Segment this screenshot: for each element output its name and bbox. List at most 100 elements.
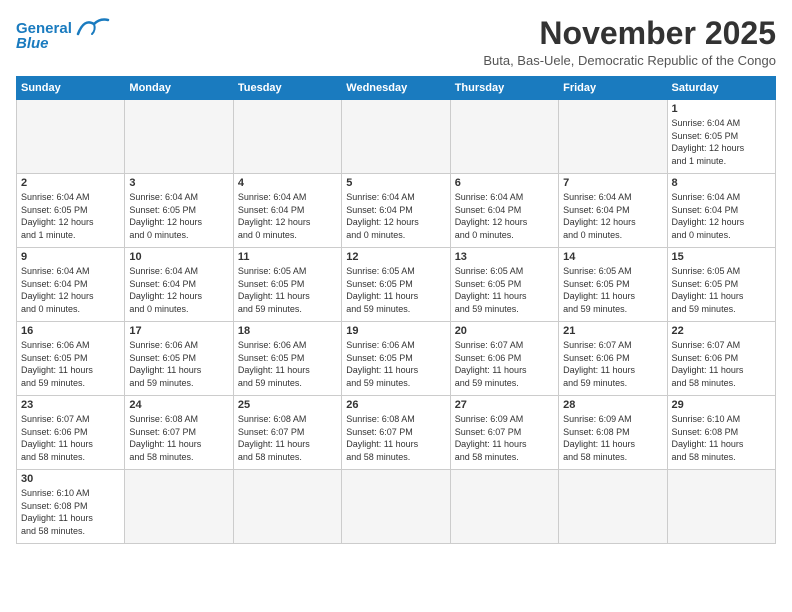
calendar-table: SundayMondayTuesdayWednesdayThursdayFrid… bbox=[16, 76, 776, 544]
day-cell: 22 Sunrise: 6:07 AM Sunset: 6:06 PM Dayli… bbox=[667, 322, 775, 396]
day-number: 13 bbox=[455, 251, 554, 263]
day-number: 3 bbox=[129, 177, 228, 189]
day-cell: 26Sunrise: 6:08 AM Sunset: 6:07 PM Dayli… bbox=[342, 396, 450, 470]
day-info: Sunrise: 6:08 AM Sunset: 6:07 PM Dayligh… bbox=[129, 413, 228, 463]
day-number: 21 bbox=[563, 325, 662, 337]
day-info: Sunrise: 6:07 AM Sunset: 6:06 PM Dayligh… bbox=[455, 339, 554, 389]
day-cell: 6 Sunrise: 6:04 AM Sunset: 6:04 PM Daylig… bbox=[450, 174, 558, 248]
day-info: Sunrise: 6:04 AM Sunset: 6:05 PM Dayligh… bbox=[21, 191, 120, 241]
weekday-wednesday: Wednesday bbox=[342, 77, 450, 100]
logo-bird-icon bbox=[74, 16, 110, 38]
day-cell: 5Sunrise: 6:04 AM Sunset: 6:04 PM Daylig… bbox=[342, 174, 450, 248]
day-info: Sunrise: 6:09 AM Sunset: 6:08 PM Dayligh… bbox=[563, 413, 662, 463]
day-cell: 7 Sunrise: 6:04 AM Sunset: 6:04 PM Daylig… bbox=[559, 174, 667, 248]
day-cell bbox=[125, 100, 233, 174]
day-number: 17 bbox=[129, 325, 228, 337]
day-info: Sunrise: 6:06 AM Sunset: 6:05 PM Dayligh… bbox=[346, 339, 445, 389]
day-info: Sunrise: 6:06 AM Sunset: 6:05 PM Dayligh… bbox=[21, 339, 120, 389]
day-cell bbox=[17, 100, 125, 174]
logo-blue: Blue bbox=[16, 36, 49, 53]
day-cell: 24 Sunrise: 6:08 AM Sunset: 6:07 PM Dayli… bbox=[125, 396, 233, 470]
week-row-1: 1 Sunrise: 6:04 AM Sunset: 6:05 PM Daylig… bbox=[17, 100, 776, 174]
day-number: 20 bbox=[455, 325, 554, 337]
day-cell: 4 Sunrise: 6:04 AM Sunset: 6:04 PM Daylig… bbox=[233, 174, 341, 248]
day-number: 11 bbox=[238, 251, 337, 263]
weekday-saturday: Saturday bbox=[667, 77, 775, 100]
title-block: November 2025 Buta, Bas-Uele, Democratic… bbox=[483, 16, 776, 68]
day-number: 5 bbox=[346, 177, 445, 189]
day-info: Sunrise: 6:04 AM Sunset: 6:05 PM Dayligh… bbox=[672, 117, 771, 167]
day-cell: 8Sunrise: 6:04 AM Sunset: 6:04 PM Daylig… bbox=[667, 174, 775, 248]
day-number: 12 bbox=[346, 251, 445, 263]
day-number: 4 bbox=[238, 177, 337, 189]
day-info: Sunrise: 6:04 AM Sunset: 6:04 PM Dayligh… bbox=[455, 191, 554, 241]
day-info: Sunrise: 6:04 AM Sunset: 6:04 PM Dayligh… bbox=[129, 265, 228, 315]
header: General Blue November 2025 Buta, Bas-Uel… bbox=[16, 16, 776, 68]
day-info: Sunrise: 6:07 AM Sunset: 6:06 PM Dayligh… bbox=[672, 339, 771, 389]
day-number: 15 bbox=[672, 251, 771, 263]
week-row-5: 23 Sunrise: 6:07 AM Sunset: 6:06 PM Dayli… bbox=[17, 396, 776, 470]
day-number: 19 bbox=[346, 325, 445, 337]
day-info: Sunrise: 6:07 AM Sunset: 6:06 PM Dayligh… bbox=[563, 339, 662, 389]
day-info: Sunrise: 6:04 AM Sunset: 6:05 PM Dayligh… bbox=[129, 191, 228, 241]
day-cell: 27Sunrise: 6:09 AM Sunset: 6:07 PM Dayli… bbox=[450, 396, 558, 470]
page: General Blue November 2025 Buta, Bas-Uel… bbox=[0, 0, 792, 554]
weekday-friday: Friday bbox=[559, 77, 667, 100]
weekday-thursday: Thursday bbox=[450, 77, 558, 100]
day-cell bbox=[667, 470, 775, 544]
day-cell: 17 Sunrise: 6:06 AM Sunset: 6:05 PM Dayli… bbox=[125, 322, 233, 396]
day-info: Sunrise: 6:08 AM Sunset: 6:07 PM Dayligh… bbox=[346, 413, 445, 463]
day-number: 2 bbox=[21, 177, 120, 189]
day-cell: 20 Sunrise: 6:07 AM Sunset: 6:06 PM Dayli… bbox=[450, 322, 558, 396]
day-number: 9 bbox=[21, 251, 120, 263]
day-info: Sunrise: 6:09 AM Sunset: 6:07 PM Dayligh… bbox=[455, 413, 554, 463]
day-info: Sunrise: 6:10 AM Sunset: 6:08 PM Dayligh… bbox=[672, 413, 771, 463]
day-cell bbox=[233, 100, 341, 174]
weekday-header-row: SundayMondayTuesdayWednesdayThursdayFrid… bbox=[17, 77, 776, 100]
day-number: 24 bbox=[129, 399, 228, 411]
month-title: November 2025 bbox=[483, 16, 776, 51]
day-cell bbox=[559, 100, 667, 174]
day-info: Sunrise: 6:04 AM Sunset: 6:04 PM Dayligh… bbox=[238, 191, 337, 241]
day-info: Sunrise: 6:05 AM Sunset: 6:05 PM Dayligh… bbox=[455, 265, 554, 315]
day-number: 7 bbox=[563, 177, 662, 189]
day-number: 16 bbox=[21, 325, 120, 337]
day-cell: 29Sunrise: 6:10 AM Sunset: 6:08 PM Dayli… bbox=[667, 396, 775, 470]
week-row-3: 9 Sunrise: 6:04 AM Sunset: 6:04 PM Daylig… bbox=[17, 248, 776, 322]
week-row-2: 2 Sunrise: 6:04 AM Sunset: 6:05 PM Daylig… bbox=[17, 174, 776, 248]
day-info: Sunrise: 6:06 AM Sunset: 6:05 PM Dayligh… bbox=[238, 339, 337, 389]
day-cell: 12 Sunrise: 6:05 AM Sunset: 6:05 PM Dayli… bbox=[342, 248, 450, 322]
day-number: 10 bbox=[129, 251, 228, 263]
day-cell: 14Sunrise: 6:05 AM Sunset: 6:05 PM Dayli… bbox=[559, 248, 667, 322]
day-cell: 11 Sunrise: 6:05 AM Sunset: 6:05 PM Dayli… bbox=[233, 248, 341, 322]
day-cell bbox=[342, 100, 450, 174]
day-cell: 19 Sunrise: 6:06 AM Sunset: 6:05 PM Dayli… bbox=[342, 322, 450, 396]
day-info: Sunrise: 6:06 AM Sunset: 6:05 PM Dayligh… bbox=[129, 339, 228, 389]
day-info: Sunrise: 6:05 AM Sunset: 6:05 PM Dayligh… bbox=[672, 265, 771, 315]
day-cell: 15 Sunrise: 6:05 AM Sunset: 6:05 PM Dayli… bbox=[667, 248, 775, 322]
day-info: Sunrise: 6:10 AM Sunset: 6:08 PM Dayligh… bbox=[21, 487, 120, 537]
week-row-4: 16 Sunrise: 6:06 AM Sunset: 6:05 PM Dayli… bbox=[17, 322, 776, 396]
weekday-tuesday: Tuesday bbox=[233, 77, 341, 100]
day-number: 6 bbox=[455, 177, 554, 189]
week-row-6: 30Sunrise: 6:10 AM Sunset: 6:08 PM Dayli… bbox=[17, 470, 776, 544]
day-cell: 25Sunrise: 6:08 AM Sunset: 6:07 PM Dayli… bbox=[233, 396, 341, 470]
day-cell bbox=[450, 100, 558, 174]
day-number: 23 bbox=[21, 399, 120, 411]
day-cell: 10 Sunrise: 6:04 AM Sunset: 6:04 PM Dayli… bbox=[125, 248, 233, 322]
day-info: Sunrise: 6:04 AM Sunset: 6:04 PM Dayligh… bbox=[563, 191, 662, 241]
day-info: Sunrise: 6:05 AM Sunset: 6:05 PM Dayligh… bbox=[346, 265, 445, 315]
weekday-sunday: Sunday bbox=[17, 77, 125, 100]
day-number: 28 bbox=[563, 399, 662, 411]
day-cell bbox=[233, 470, 341, 544]
day-cell: 16 Sunrise: 6:06 AM Sunset: 6:05 PM Dayli… bbox=[17, 322, 125, 396]
day-number: 14 bbox=[563, 251, 662, 263]
day-cell: 28 Sunrise: 6:09 AM Sunset: 6:08 PM Dayli… bbox=[559, 396, 667, 470]
day-info: Sunrise: 6:08 AM Sunset: 6:07 PM Dayligh… bbox=[238, 413, 337, 463]
day-number: 1 bbox=[672, 103, 771, 115]
day-info: Sunrise: 6:05 AM Sunset: 6:05 PM Dayligh… bbox=[238, 265, 337, 315]
day-cell: 18Sunrise: 6:06 AM Sunset: 6:05 PM Dayli… bbox=[233, 322, 341, 396]
day-cell: 1 Sunrise: 6:04 AM Sunset: 6:05 PM Daylig… bbox=[667, 100, 775, 174]
day-number: 22 bbox=[672, 325, 771, 337]
day-info: Sunrise: 6:07 AM Sunset: 6:06 PM Dayligh… bbox=[21, 413, 120, 463]
